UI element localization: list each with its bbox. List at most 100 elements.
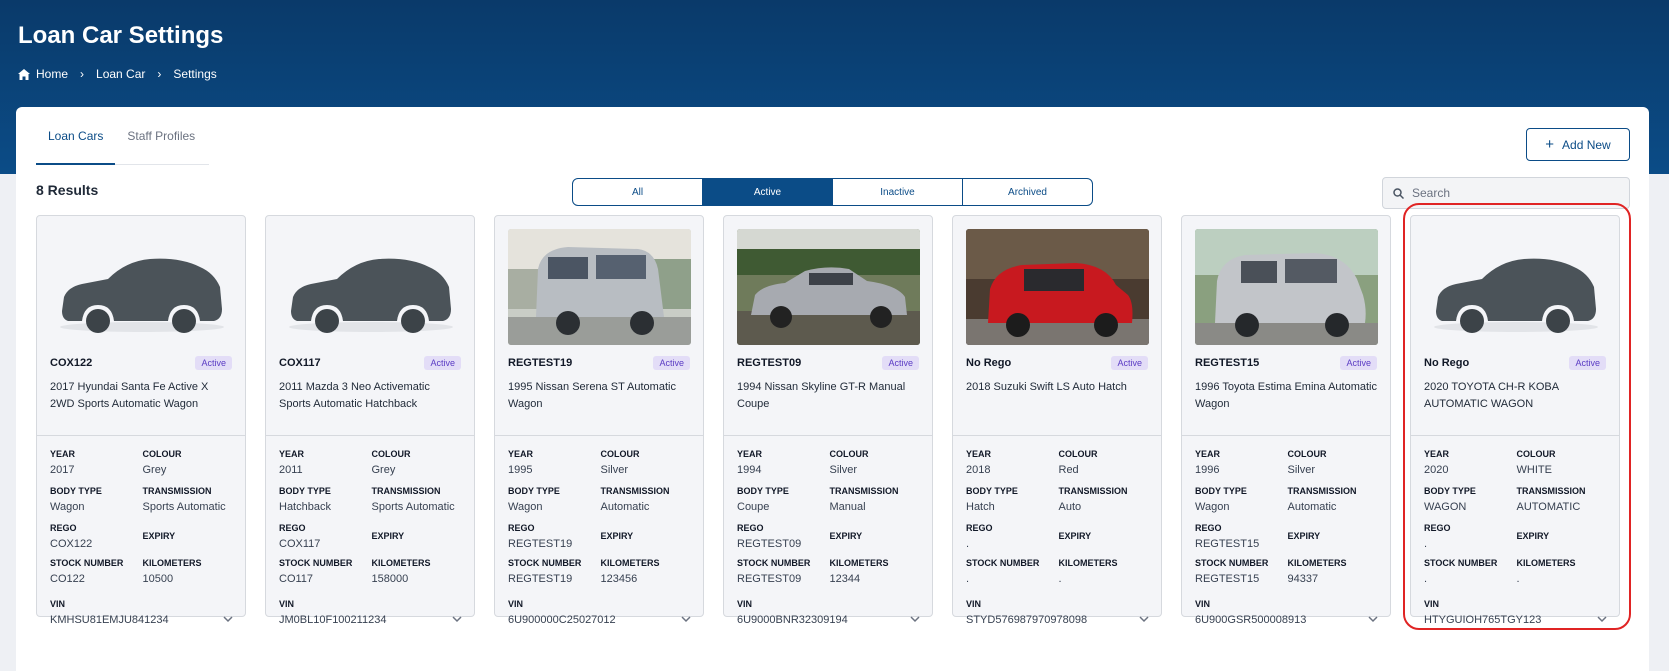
kilometers-value: 10500 (142, 573, 174, 585)
colour-value: Silver (600, 464, 629, 476)
car-description: 1994 Nissan Skyline GT-R Manual Coupe (737, 381, 906, 410)
car-card[interactable]: REGTEST15 Active 1996 Toyota Estima Emin… (1181, 215, 1391, 626)
home-icon (18, 68, 30, 80)
year-value: 1995 (508, 464, 533, 476)
car-rego: REGTEST19 (508, 357, 573, 369)
status-badge: Active (424, 356, 461, 370)
body-type-value: Wagon (50, 501, 85, 513)
tab-staff-profiles[interactable]: Staff Profiles (115, 121, 207, 165)
body-type-label: BODY TYPE (737, 486, 789, 496)
rego-label: REGO (508, 523, 535, 533)
chevron-down-icon[interactable] (1137, 612, 1151, 626)
stock-number-label: STOCK NUMBER (966, 558, 1040, 568)
colour-value: WHITE (1516, 464, 1552, 476)
car-rego: REGTEST09 (737, 357, 802, 369)
chevron-down-icon[interactable] (908, 612, 922, 626)
car-image (50, 229, 233, 345)
expiry-label: EXPIRY (142, 531, 176, 541)
chevron-down-icon[interactable] (221, 612, 235, 626)
colour-value: Red (1058, 464, 1079, 476)
colour-value: Silver (1287, 464, 1316, 476)
car-description: 1995 Nissan Serena ST Automatic Wagon (508, 381, 676, 410)
car-image (279, 229, 462, 345)
transmission-label: TRANSMISSION (1287, 486, 1357, 496)
rego-label: REGO (1195, 523, 1222, 533)
car-card[interactable]: No Rego Active 2018 Suzuki Swift LS Auto… (952, 215, 1162, 626)
body-type-value: WAGON (1424, 501, 1467, 513)
rego-label: REGO (50, 523, 77, 533)
car-card[interactable]: COX117 Active 2011 Mazda 3 Neo Activemat… (265, 215, 475, 626)
year-label: YEAR (1424, 449, 1450, 459)
main-panel: Loan Cars Staff Profiles + Add New 8 Res… (16, 107, 1649, 671)
tab-bar: Loan Cars Staff Profiles (36, 121, 209, 165)
vin-value: 6U900GSR500008913 (1195, 614, 1307, 626)
expiry-label: EXPIRY (1058, 531, 1092, 541)
car-card[interactable]: COX122 Active 2017 Hyundai Santa Fe Acti… (36, 215, 246, 626)
search-input[interactable] (1412, 186, 1612, 200)
chevron-right-icon: › (157, 67, 162, 81)
vin-label: VIN (966, 599, 982, 609)
vin-label: VIN (1195, 599, 1211, 609)
car-card[interactable]: REGTEST09 Active 1994 Nissan Skyline GT-… (723, 215, 933, 626)
filter-active[interactable]: Active (702, 178, 833, 206)
expiry-label: EXPIRY (829, 531, 863, 541)
car-rego: COX122 (50, 357, 93, 369)
vin-section: VIN 6U900GSR500008913 (1195, 598, 1380, 628)
car-card-list: COX122 Active 2017 Hyundai Santa Fe Acti… (36, 203, 1631, 630)
car-rego: COX117 (279, 357, 321, 369)
vin-label: VIN (508, 599, 524, 609)
year-label: YEAR (508, 449, 534, 459)
stock-number-value: CO122 (50, 573, 85, 585)
rego-value: COX122 (50, 538, 93, 550)
colour-label: COLOUR (600, 449, 640, 459)
vin-label: VIN (737, 599, 753, 609)
filter-inactive[interactable]: Inactive (832, 178, 963, 206)
status-badge: Active (1569, 356, 1606, 370)
year-value: 1996 (1195, 464, 1220, 476)
vin-value: 6U900000C25027012 (508, 614, 616, 626)
divider (953, 435, 1161, 436)
add-new-button[interactable]: + Add New (1526, 128, 1630, 161)
transmission-value: Manual (829, 501, 866, 513)
expiry-label: EXPIRY (600, 531, 634, 541)
year-value: 2011 (279, 464, 303, 476)
body-type-value: Hatch (966, 501, 995, 513)
divider (724, 435, 932, 436)
filter-archived[interactable]: Archived (962, 178, 1093, 206)
car-specs: YEAR 1995 COLOUR Silver BODY TYPE Wagon TRA… (508, 448, 693, 594)
year-label: YEAR (1195, 449, 1221, 459)
chevron-down-icon[interactable] (1595, 612, 1609, 626)
stock-number-value: REGTEST09 (737, 573, 802, 585)
car-rego: REGTEST15 (1195, 357, 1260, 369)
vin-label: VIN (1424, 599, 1440, 609)
chevron-down-icon[interactable] (679, 612, 693, 626)
transmission-label: TRANSMISSION (829, 486, 899, 496)
year-value: 2020 (1424, 464, 1449, 476)
car-description: 2017 Hyundai Santa Fe Active X 2WD Sport… (50, 381, 209, 410)
transmission-label: TRANSMISSION (371, 486, 441, 496)
divider (495, 435, 703, 436)
rego-value: COX117 (279, 538, 321, 550)
body-type-value: Hatchback (279, 501, 331, 513)
status-badge: Active (1340, 356, 1377, 370)
body-type-value: Coupe (737, 501, 770, 513)
stock-number-value: . (1424, 573, 1428, 585)
kilometers-label: KILOMETERS (371, 558, 431, 568)
car-specs: YEAR 2017 COLOUR Grey BODY TYPE Wagon TRANS… (50, 448, 235, 594)
kilometers-label: KILOMETERS (142, 558, 202, 568)
car-card[interactable]: No Rego Active 2020 TOYOTA CH-R KOBA AUT… (1403, 203, 1631, 630)
tab-loan-cars[interactable]: Loan Cars (36, 121, 116, 165)
kilometers-value: 12344 (829, 573, 861, 585)
car-image (966, 229, 1149, 345)
chevron-down-icon[interactable] (1366, 612, 1380, 626)
stock-number-label: STOCK NUMBER (737, 558, 811, 568)
chevron-down-icon[interactable] (450, 612, 464, 626)
vin-label: VIN (50, 599, 66, 609)
expiry-label: EXPIRY (1287, 531, 1321, 541)
breadcrumb-loan-car[interactable]: Loan Car (96, 67, 145, 81)
stock-number-value: REGTEST15 (1195, 573, 1260, 585)
breadcrumb-home[interactable]: Home (36, 67, 68, 81)
car-card[interactable]: REGTEST19 Active 1995 Nissan Serena ST A… (494, 215, 704, 626)
filter-all[interactable]: All (572, 178, 703, 206)
transmission-value: Auto (1058, 501, 1082, 513)
